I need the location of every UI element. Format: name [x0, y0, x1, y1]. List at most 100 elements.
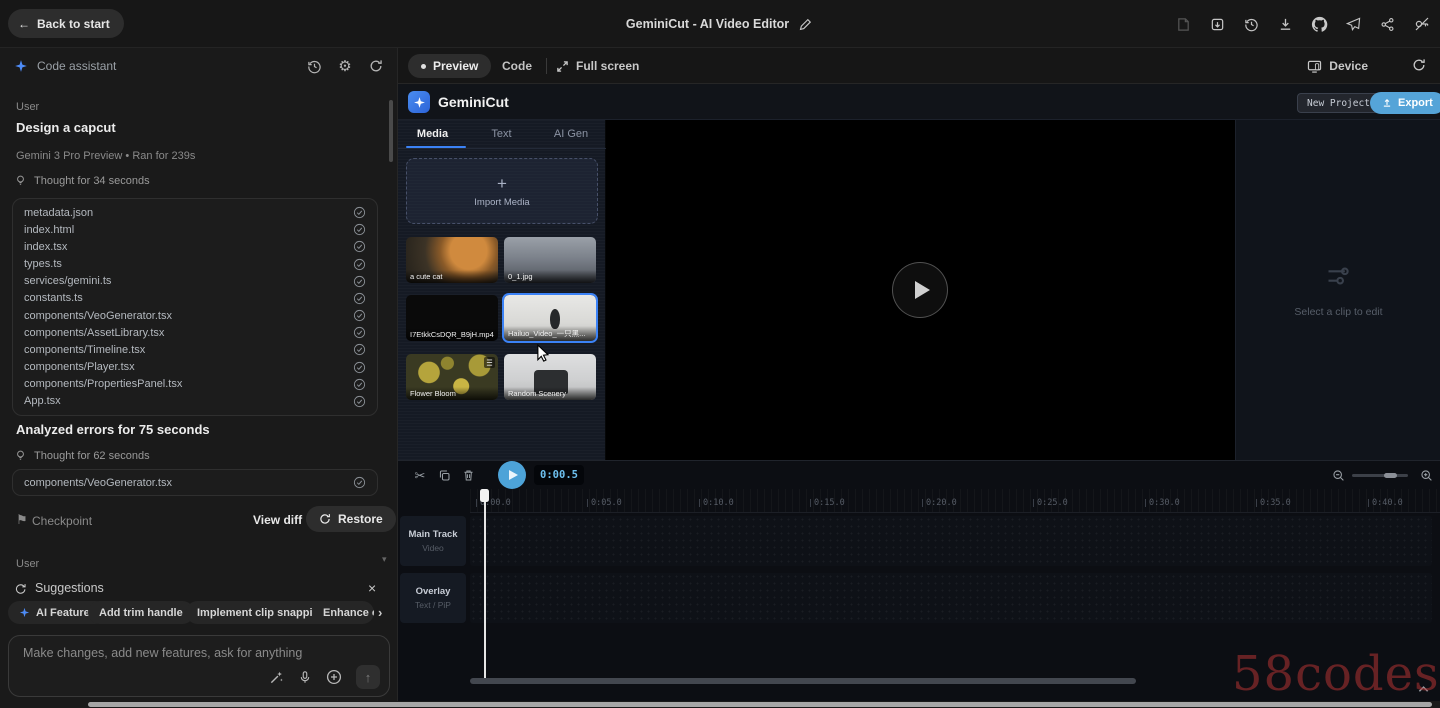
- export-button[interactable]: Export: [1370, 92, 1440, 114]
- track-name: Overlay: [416, 586, 451, 597]
- file-row[interactable]: services/gemini.ts: [13, 273, 377, 290]
- history-icon[interactable]: [1243, 16, 1260, 33]
- delete-clip-icon[interactable]: [460, 467, 476, 483]
- edited-file-row[interactable]: components/VeoGenerator.tsx: [12, 469, 378, 496]
- play-button[interactable]: [892, 262, 948, 318]
- edit-tools-icon[interactable]: [269, 670, 284, 685]
- file-row[interactable]: components/AssetLibrary.tsx: [13, 324, 377, 341]
- restore-button[interactable]: Restore: [306, 506, 396, 532]
- page-scrollbar-thumb[interactable]: [88, 702, 1432, 707]
- toolbar-divider: [546, 58, 547, 74]
- duplicate-clip-icon[interactable]: [436, 467, 452, 483]
- check-circle-icon: [353, 476, 366, 489]
- suggestions-icon: [14, 582, 27, 595]
- save-app-icon[interactable]: [1209, 16, 1226, 33]
- file-row[interactable]: App.tsx: [13, 393, 377, 410]
- chat-scrollbar[interactable]: [389, 100, 393, 162]
- sparkle-icon: [19, 607, 30, 618]
- thought-2-text: Thought for 62 seconds: [34, 450, 150, 462]
- file-row[interactable]: components/Player.tsx: [13, 359, 377, 376]
- view-diff-link[interactable]: View diff: [253, 513, 302, 527]
- track-subtitle: Text / PiP: [415, 600, 451, 610]
- check-circle-icon: [353, 275, 366, 288]
- github-icon[interactable]: [1311, 16, 1328, 33]
- file-row[interactable]: types.ts: [13, 256, 377, 273]
- flag-icon: ⚑: [16, 512, 28, 528]
- share-icon[interactable]: [1379, 16, 1396, 33]
- assistant-title: Code assistant: [37, 59, 116, 73]
- chip-add-trim-handle[interactable]: Add trim handle: [88, 601, 194, 624]
- geminicut-logo-icon: [408, 91, 430, 113]
- fullscreen-button[interactable]: Full screen: [556, 48, 639, 84]
- media-thumb-photo[interactable]: 0_1.jpg: [504, 237, 596, 283]
- media-thumb-scenery[interactable]: Random Scenery: [504, 354, 596, 400]
- generated-files-list: metadata.json index.html index.tsx types…: [12, 198, 378, 416]
- restore-icon: [319, 513, 331, 525]
- media-thumb-flowers[interactable]: Flower Bloom: [406, 354, 498, 400]
- api-key-icon[interactable]: [1413, 16, 1430, 33]
- file-row[interactable]: components/VeoGenerator.tsx: [13, 307, 377, 324]
- media-thumb-mp4[interactable]: I7EtkkCsDQR_B9jH.mp4: [406, 295, 498, 341]
- edit-title-icon[interactable]: [797, 16, 814, 33]
- chip-enhance-clip[interactable]: Enhance cli: [312, 601, 374, 624]
- file-row[interactable]: index.tsx: [13, 238, 377, 255]
- media-label: Hailuo_Video_一只黑...: [504, 326, 596, 341]
- device-button[interactable]: Device: [1307, 48, 1368, 84]
- zoom-out-icon[interactable]: [1330, 467, 1346, 483]
- settings-gear-icon[interactable]: ⚙: [337, 58, 353, 74]
- media-thumb-cat[interactable]: a cute cat: [406, 237, 498, 283]
- active-dot-icon: [421, 64, 426, 69]
- new-project-button[interactable]: New Project: [1297, 93, 1380, 113]
- zoom-in-icon[interactable]: [1418, 467, 1434, 483]
- timeline-ruler[interactable]: 0:00.0 0:05.0 0:10.0 0:15.0 0:20.0 0:25.…: [470, 489, 1440, 513]
- timeline-play-button[interactable]: [498, 461, 526, 489]
- media-label: Flower Bloom: [406, 387, 498, 400]
- tab-preview[interactable]: Preview: [408, 54, 491, 78]
- import-media-dropzone[interactable]: + Import Media: [406, 158, 598, 224]
- timeline-scrollbar[interactable]: [470, 678, 1136, 684]
- download-icon[interactable]: [1277, 16, 1294, 33]
- check-circle-icon: [353, 343, 366, 356]
- chevron-down-icon[interactable]: ▾: [382, 554, 387, 565]
- composer: ↑: [8, 635, 390, 697]
- check-circle-icon: [353, 292, 366, 305]
- tab-code-label: Code: [502, 59, 532, 73]
- zoom-slider[interactable]: [1352, 474, 1408, 477]
- zoom-slider-thumb[interactable]: [1384, 473, 1397, 478]
- tab-ai-gen[interactable]: AI Gen: [536, 120, 606, 148]
- mic-icon[interactable]: [298, 670, 312, 685]
- tab-media[interactable]: Media: [398, 120, 467, 148]
- tab-text[interactable]: Text: [467, 120, 536, 148]
- back-to-start-button[interactable]: ← Back to start: [8, 9, 124, 38]
- thought-row-2[interactable]: Thought for 62 seconds: [14, 449, 150, 462]
- add-attachment-icon[interactable]: [326, 669, 342, 685]
- chips-scroll-right-icon[interactable]: ›: [378, 605, 382, 620]
- check-circle-icon: [353, 378, 366, 391]
- reload-chat-icon[interactable]: [368, 58, 384, 74]
- ruler-tick: 0:20.0: [926, 498, 957, 508]
- deploy-icon[interactable]: [1345, 16, 1362, 33]
- ruler-tick: 0:10.0: [703, 498, 734, 508]
- file-row[interactable]: constants.ts: [13, 290, 377, 307]
- overlay-track-lane[interactable]: [470, 573, 1432, 623]
- thought-row-1[interactable]: Thought for 34 seconds: [14, 174, 150, 187]
- collapse-timeline-icon[interactable]: [1418, 685, 1429, 693]
- file-row[interactable]: index.html: [13, 221, 377, 238]
- file-row[interactable]: components/PropertiesPanel.tsx: [13, 376, 377, 393]
- split-clip-icon[interactable]: ✂: [412, 467, 428, 483]
- main-track-lane[interactable]: [470, 516, 1432, 566]
- expand-icon: [556, 60, 569, 73]
- send-button[interactable]: ↑: [356, 665, 380, 689]
- file-row[interactable]: metadata.json: [13, 204, 377, 221]
- docs-icon[interactable]: [1175, 16, 1192, 33]
- playhead-handle[interactable]: [480, 489, 489, 502]
- ruler-tick: 0:30.0: [1149, 498, 1180, 508]
- refresh-preview-icon[interactable]: [1412, 58, 1426, 72]
- file-row[interactable]: components/Timeline.tsx: [13, 341, 377, 358]
- media-thumb-penguin-selected[interactable]: Hailuo_Video_一只黑...: [504, 295, 596, 341]
- device-icon: [1307, 60, 1322, 73]
- close-suggestions-icon[interactable]: ×: [368, 580, 376, 596]
- chat-history-icon[interactable]: [306, 58, 322, 74]
- geminicut-header: GeminiCut New Project Export: [398, 84, 1440, 120]
- tab-code[interactable]: Code: [490, 48, 544, 84]
